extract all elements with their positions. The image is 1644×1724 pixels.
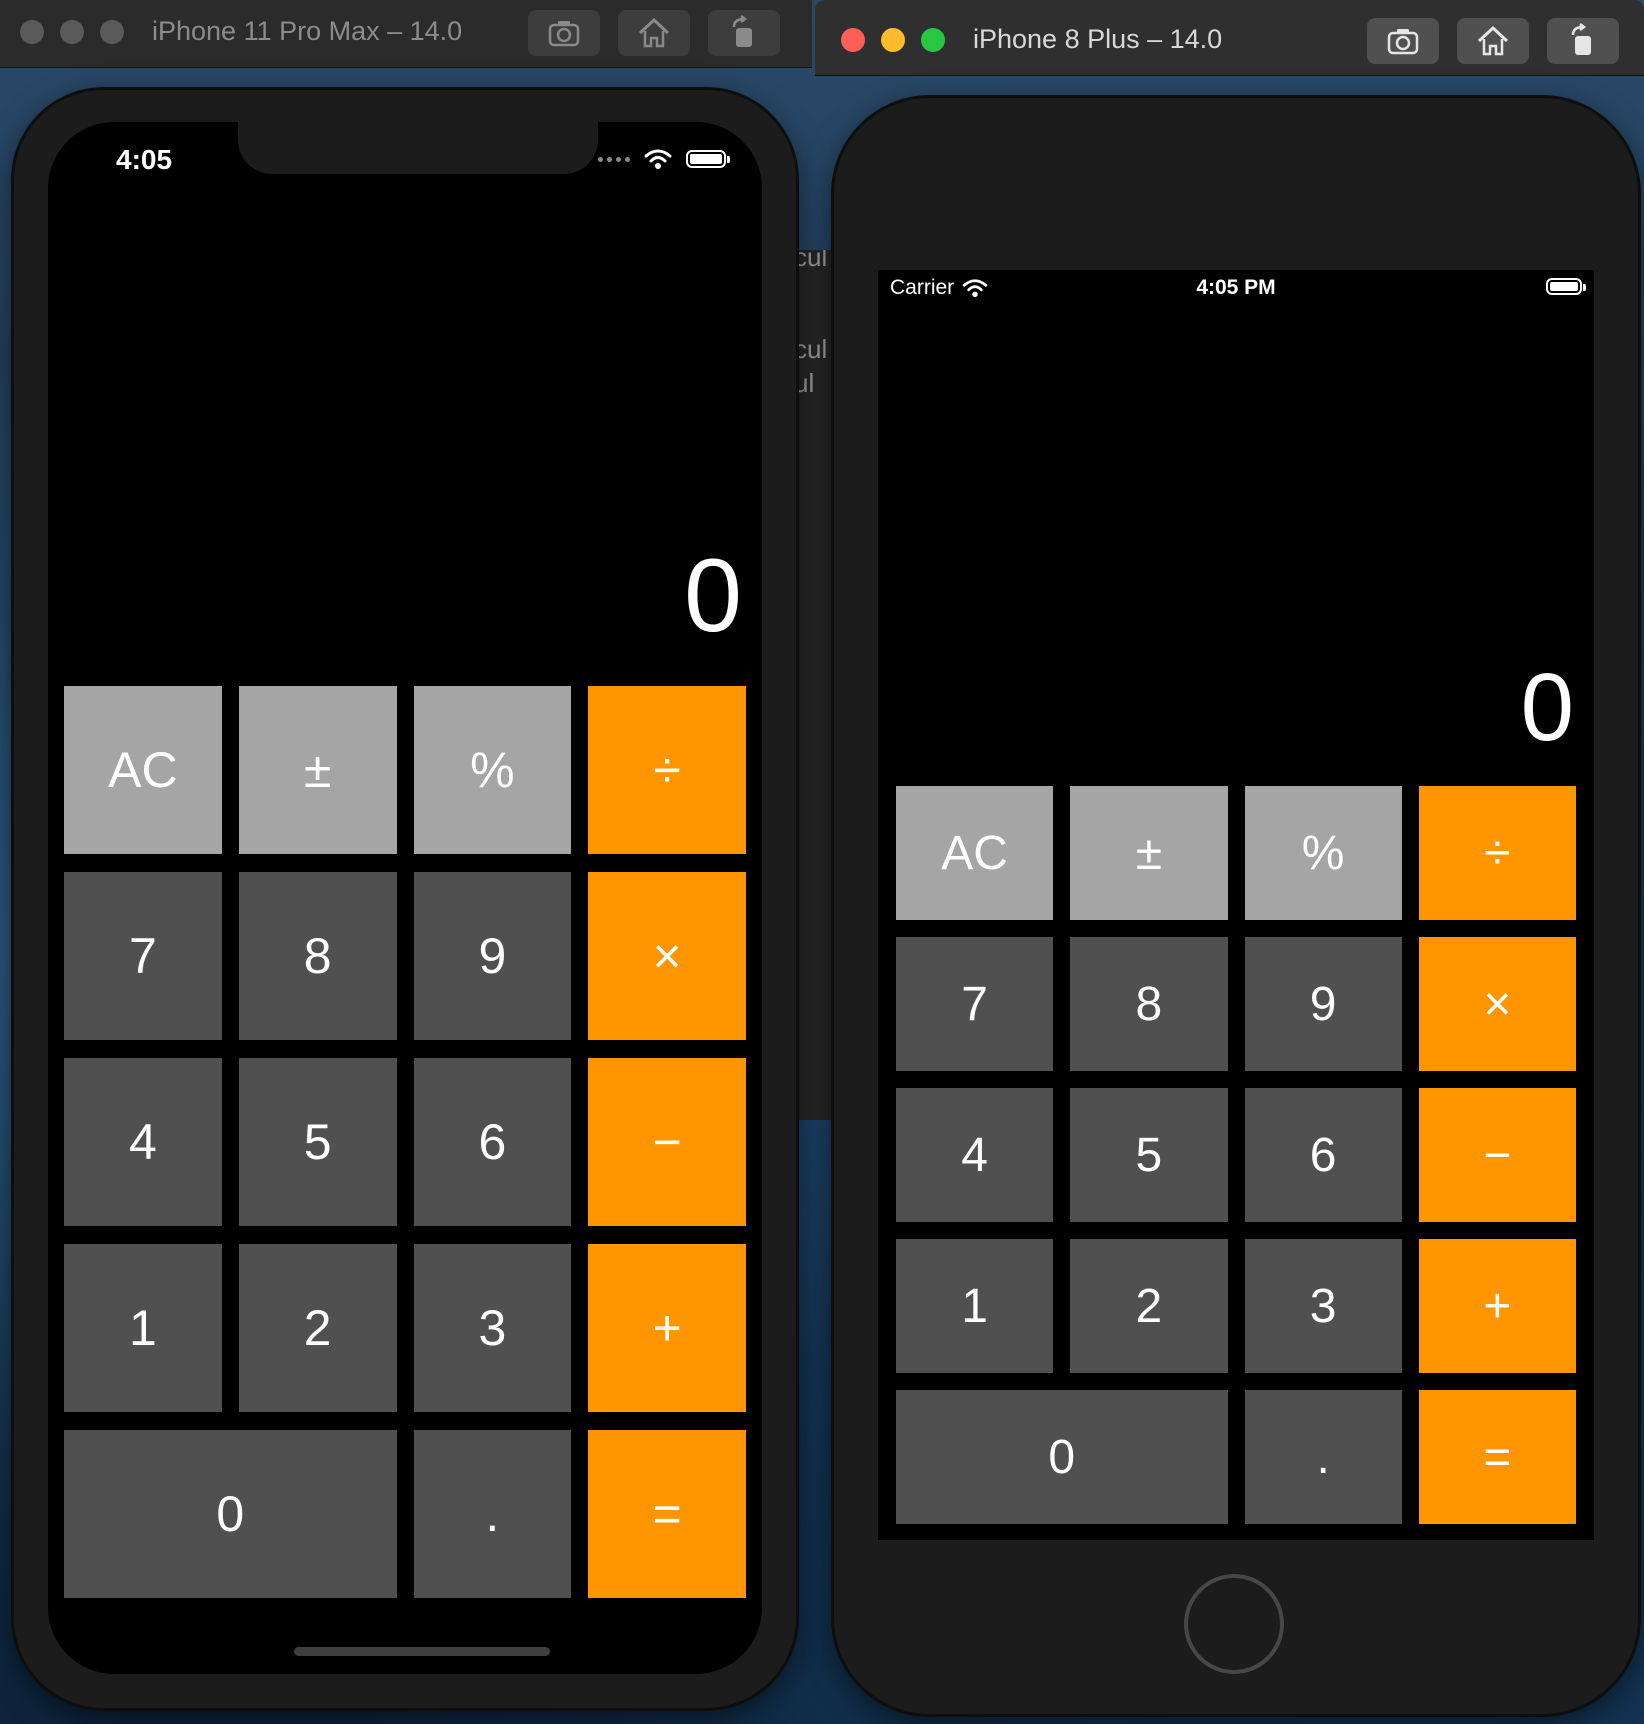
minimize-window-button[interactable] (60, 20, 84, 44)
key-5[interactable]: 8 (1070, 937, 1228, 1071)
key-8[interactable]: 4 (896, 1088, 1054, 1222)
simulator-titlebar-iphone-8-plus: iPhone 8 Plus – 14.0 (815, 0, 1644, 76)
key-15[interactable]: + (1418, 1239, 1576, 1373)
minimize-window-button[interactable] (881, 28, 905, 52)
key-14[interactable]: 3 (1244, 1239, 1402, 1373)
key-18[interactable]: = (1418, 1390, 1576, 1524)
key-8[interactable]: 4 (64, 1058, 222, 1226)
device-screen: Carrier 4:05 PM 0 AC ±% ÷ 7 8 9 × 4 5 6−1 2 3 +0. = (878, 270, 1594, 1540)
key-2[interactable]: % (413, 686, 572, 854)
key-5[interactable]: 8 (238, 872, 397, 1040)
key-3[interactable]: ÷ (588, 686, 746, 854)
key-4[interactable]: 7 (896, 937, 1054, 1071)
iphone-8-plus-device: Carrier 4:05 PM 0 AC ±% ÷ 7 8 9 × 4 5 6−1 2 3 +0. = (834, 98, 1638, 1714)
zoom-window-button[interactable] (921, 28, 945, 52)
home-button[interactable] (618, 10, 690, 56)
cellular-signal-icon (598, 156, 630, 162)
rotate-button[interactable] (1547, 18, 1619, 64)
camera-icon (1387, 29, 1419, 55)
key-1[interactable]: ± (238, 686, 397, 854)
key-9[interactable]: 5 (238, 1058, 397, 1226)
background-text-fragment: cul (794, 334, 828, 364)
key-9[interactable]: 5 (1070, 1088, 1228, 1222)
home-icon (1477, 25, 1509, 56)
rotate-icon (1571, 23, 1591, 55)
close-window-button[interactable] (841, 28, 865, 52)
calculator-display: 0 (684, 538, 742, 654)
key-12[interactable]: 1 (64, 1244, 222, 1412)
key-6[interactable]: 9 (1244, 937, 1402, 1071)
key-12[interactable]: 1 (896, 1239, 1054, 1373)
window-title: iPhone 8 Plus – 14.0 (973, 24, 1223, 54)
notch (238, 122, 598, 174)
iphone-11-pro-max-device: 4:05 0 AC ±% ÷ 7 8 9 × 4 5 6− 1 2 3 +0. = (14, 90, 796, 1708)
key-3[interactable]: ÷ (1418, 786, 1576, 920)
rotate-icon (732, 15, 752, 47)
key-17[interactable]: . (413, 1430, 572, 1598)
battery-icon (686, 150, 730, 168)
device-screen: 4:05 0 AC ±% ÷ 7 8 9 × 4 5 6− 1 2 3 +0. = (48, 122, 762, 1674)
calculator-display: 0 (1520, 654, 1574, 761)
key-16[interactable]: 0 (64, 1430, 397, 1598)
key-17[interactable]: . (1244, 1390, 1402, 1524)
key-4[interactable]: 7 (64, 872, 222, 1040)
key-1[interactable]: ± (1070, 786, 1228, 920)
key-10[interactable]: 6 (413, 1058, 572, 1226)
key-11[interactable]: − (588, 1058, 746, 1226)
home-button[interactable] (1184, 1574, 1284, 1674)
background-text-fragment: ul (794, 368, 815, 398)
key-16[interactable]: 0 (896, 1390, 1228, 1524)
home-indicator[interactable] (294, 1647, 550, 1656)
status-time: 4:05 (116, 144, 173, 175)
window-title: iPhone 11 Pro Max – 14.0 (152, 16, 463, 46)
key-0[interactable]: AC (64, 686, 222, 854)
screenshot-button[interactable] (1367, 18, 1439, 64)
status-time: 4:05 PM (1196, 276, 1276, 299)
key-6[interactable]: 9 (413, 872, 572, 1040)
status-icons (1546, 278, 1586, 295)
home-icon (638, 17, 670, 48)
key-13[interactable]: 2 (1070, 1239, 1228, 1373)
key-7[interactable]: × (588, 872, 746, 1040)
status-icons (598, 148, 730, 170)
battery-icon (1546, 278, 1586, 295)
key-10[interactable]: 6 (1244, 1088, 1402, 1222)
close-window-button[interactable] (20, 20, 44, 44)
screenshot-button[interactable] (528, 10, 600, 56)
rotate-button[interactable] (708, 10, 780, 56)
key-0[interactable]: AC (896, 786, 1054, 920)
calculator-keypad: AC ±% ÷ 7 8 9 × 4 5 6− 1 2 3 +0. = (896, 786, 1576, 1524)
key-18[interactable]: = (588, 1430, 746, 1598)
key-7[interactable]: × (1418, 937, 1576, 1071)
key-13[interactable]: 2 (238, 1244, 397, 1412)
calculator-keypad: AC ±% ÷ 7 8 9 × 4 5 6− 1 2 3 +0. = (64, 686, 746, 1598)
background-text-fragment: cul (794, 250, 828, 272)
key-11[interactable]: − (1418, 1088, 1576, 1222)
camera-icon (548, 21, 580, 47)
zoom-window-button[interactable] (100, 20, 124, 44)
home-button[interactable] (1457, 18, 1529, 64)
wifi-icon (644, 149, 672, 169)
key-2[interactable]: % (1244, 786, 1402, 920)
key-15[interactable]: + (588, 1244, 746, 1412)
simulator-titlebar-iphone-11-pro-max: iPhone 11 Pro Max – 14.0 (0, 0, 812, 68)
key-14[interactable]: 3 (413, 1244, 572, 1412)
